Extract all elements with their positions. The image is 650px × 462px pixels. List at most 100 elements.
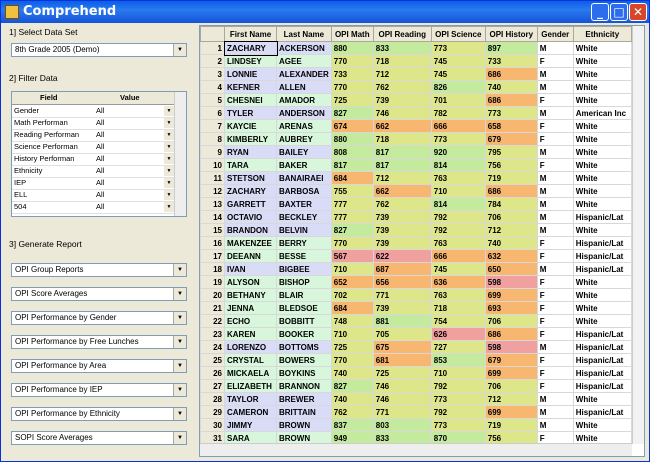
filter-scrollbar[interactable]	[174, 92, 186, 216]
table-cell[interactable]: 712	[372, 67, 432, 81]
table-cell[interactable]: BAXTER	[276, 197, 332, 211]
table-cell[interactable]: TARA	[224, 158, 277, 172]
table-row[interactable]: 18 IVAN BIGBEE 710 687 745 650 M Hispanic/Lat	[200, 262, 632, 276]
row-number[interactable]: 5	[200, 93, 225, 107]
table-cell[interactable]: BLEDSOE	[276, 301, 332, 315]
table-cell[interactable]: BAILEY	[276, 145, 332, 159]
table-cell[interactable]: 622	[372, 249, 432, 263]
table-cell[interactable]: BELVIN	[276, 223, 332, 237]
row-number[interactable]: 22	[200, 314, 225, 328]
table-cell[interactable]: BRITTAIN	[276, 405, 332, 419]
table-cell[interactable]: 666	[430, 249, 486, 263]
table-cell[interactable]: F	[536, 314, 574, 328]
table-cell[interactable]: Hispanic/Lat	[572, 340, 632, 354]
table-cell[interactable]: BOOKER	[276, 327, 332, 341]
grid-horizontal-scrollbar[interactable]	[200, 443, 632, 456]
close-button[interactable]: ✕	[629, 3, 647, 21]
chevron-down-icon[interactable]: ▼	[164, 154, 174, 164]
table-cell[interactable]: 739	[372, 301, 432, 315]
table-cell[interactable]: 567	[330, 249, 374, 263]
table-cell[interactable]: BERRY	[276, 236, 332, 250]
table-cell[interactable]: 777	[330, 210, 374, 224]
table-cell[interactable]: BLAIR	[276, 288, 332, 302]
column-header[interactable]: OPI History	[484, 26, 538, 42]
chevron-down-icon[interactable]: ▼	[164, 178, 174, 188]
table-cell[interactable]: M	[536, 340, 574, 354]
filter-value[interactable]: All	[96, 201, 104, 213]
table-cell[interactable]: 748	[330, 314, 374, 328]
table-cell[interactable]: M	[536, 197, 574, 211]
table-cell[interactable]: 784	[484, 197, 538, 211]
table-cell[interactable]: MICKAELA	[224, 366, 277, 380]
column-header[interactable]: OPI Math	[330, 26, 374, 42]
table-row[interactable]: 14 OCTAVIO BECKLEY 777 739 792 706 M Hispanic/La…	[200, 210, 632, 224]
table-row[interactable]: 8 KIMBERLY AUBREY 880 718 773 679 F White	[200, 132, 632, 146]
table-cell[interactable]: LONNIE	[224, 67, 277, 81]
chevron-down-icon[interactable]: ▼	[164, 118, 174, 128]
table-cell[interactable]: ACKERSON	[276, 41, 332, 55]
report-select[interactable]: OPI Group Reports ▼	[11, 263, 187, 277]
table-cell[interactable]: ZACHARY	[223, 40, 278, 56]
table-cell[interactable]: American Inc	[572, 106, 632, 120]
chevron-down-icon[interactable]: ▼	[164, 130, 174, 140]
filter-value[interactable]: All	[96, 105, 104, 117]
table-cell[interactable]: 771	[372, 288, 432, 302]
table-cell[interactable]: F	[536, 93, 574, 107]
table-cell[interactable]: 632	[484, 249, 538, 263]
table-cell[interactable]: LINDSEY	[224, 54, 277, 68]
table-cell[interactable]: ARENAS	[276, 119, 332, 133]
chevron-down-icon[interactable]: ▼	[164, 166, 174, 176]
table-cell[interactable]: 710	[430, 184, 486, 198]
table-cell[interactable]: F	[536, 236, 574, 250]
table-cell[interactable]: CAMERON	[224, 405, 277, 419]
table-cell[interactable]: KAREN	[224, 327, 277, 341]
table-cell[interactable]: 756	[484, 158, 538, 172]
table-cell[interactable]: Hispanic/Lat	[572, 353, 632, 367]
row-number[interactable]: 28	[200, 392, 225, 406]
table-cell[interactable]: RYAN	[224, 145, 277, 159]
table-cell[interactable]: Hispanic/Lat	[572, 210, 632, 224]
table-cell[interactable]: 803	[372, 418, 432, 432]
table-cell[interactable]: 773	[484, 106, 538, 120]
row-number[interactable]: 24	[200, 340, 225, 354]
table-cell[interactable]: 754	[430, 314, 486, 328]
table-cell[interactable]: 687	[372, 262, 432, 276]
table-cell[interactable]: 817	[372, 158, 432, 172]
table-row[interactable]: 4 KEFNER ALLEN 770 762 826 740 M White	[200, 80, 632, 94]
table-cell[interactable]: TAYLOR	[224, 392, 277, 406]
table-cell[interactable]: 745	[430, 54, 486, 68]
chevron-down-icon[interactable]: ▼	[164, 106, 174, 116]
table-cell[interactable]: White	[572, 145, 632, 159]
table-cell[interactable]: BANAIRAEI	[276, 171, 332, 185]
table-cell[interactable]: F	[536, 119, 574, 133]
table-cell[interactable]: GARRETT	[224, 197, 277, 211]
report-select[interactable]: OPI Performance by IEP ▼	[11, 383, 187, 397]
table-cell[interactable]: F	[536, 132, 574, 146]
table-cell[interactable]: 827	[330, 106, 374, 120]
table-cell[interactable]: 598	[484, 275, 538, 289]
table-cell[interactable]: 795	[484, 145, 538, 159]
table-cell[interactable]: White	[572, 392, 632, 406]
filter-row[interactable]: 504 All ▼	[12, 201, 174, 214]
table-cell[interactable]: 739	[372, 210, 432, 224]
table-cell[interactable]: 792	[430, 223, 486, 237]
table-cell[interactable]: 763	[430, 236, 486, 250]
table-cell[interactable]: White	[572, 80, 632, 94]
table-cell[interactable]: F	[536, 249, 574, 263]
table-cell[interactable]: 719	[484, 418, 538, 432]
table-cell[interactable]: 814	[430, 158, 486, 172]
table-row[interactable]: 3 LONNIE ALEXANDER 733 712 745 686 M White	[200, 67, 632, 81]
dataset-select[interactable]: 8th Grade 2005 (Demo) ▼	[11, 43, 187, 57]
table-cell[interactable]: F	[536, 54, 574, 68]
table-cell[interactable]: Hispanic/Lat	[572, 366, 632, 380]
table-cell[interactable]: BECKLEY	[276, 210, 332, 224]
table-cell[interactable]: White	[572, 119, 632, 133]
row-number[interactable]: 3	[200, 67, 225, 81]
table-row[interactable]: 10 TARA BAKER 817 817 814 756 F White	[200, 158, 632, 172]
table-cell[interactable]: BARBOSA	[276, 184, 332, 198]
table-cell[interactable]: White	[572, 132, 632, 146]
table-cell[interactable]: BROWN	[276, 418, 332, 432]
row-number[interactable]: 12	[200, 184, 225, 198]
table-cell[interactable]: 718	[430, 301, 486, 315]
chevron-down-icon[interactable]: ▼	[173, 432, 186, 444]
